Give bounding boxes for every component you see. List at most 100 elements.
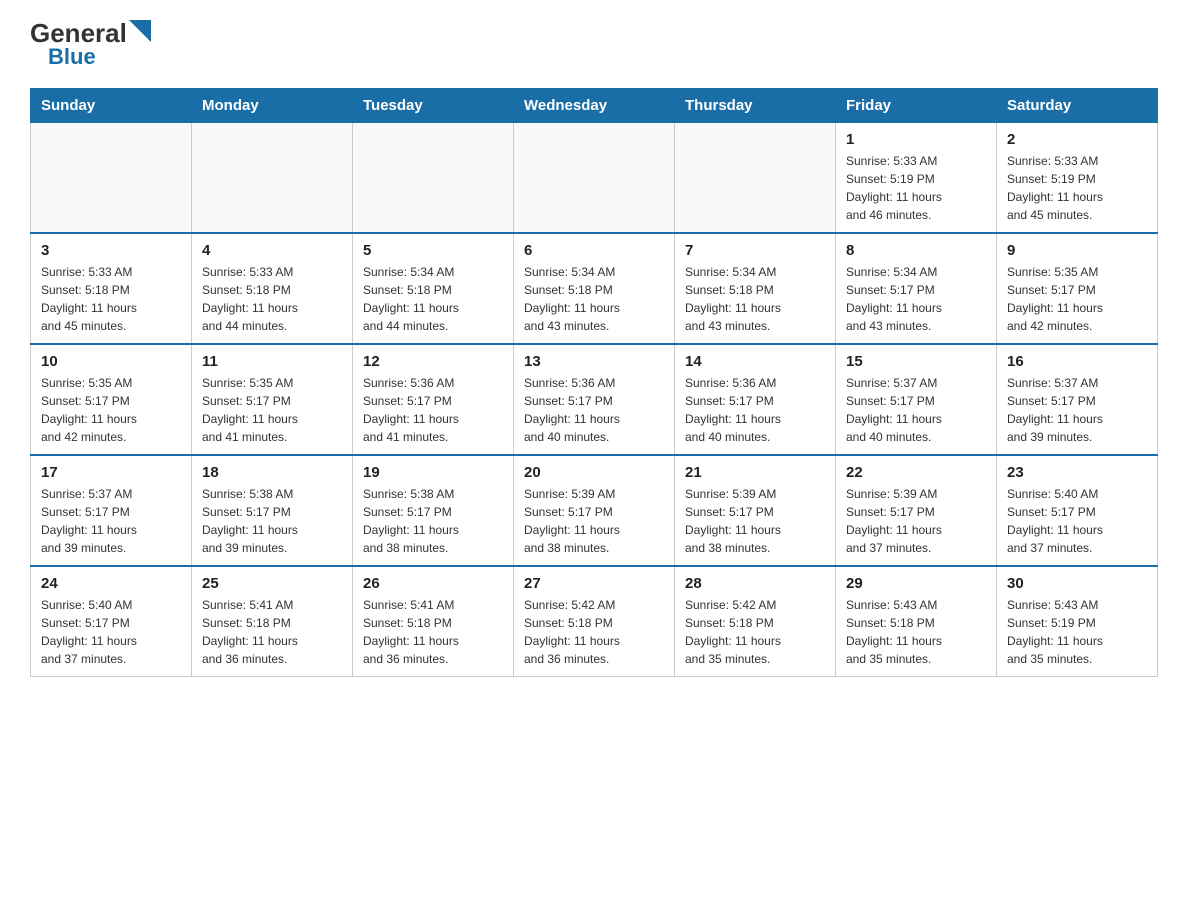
calendar-week-row: 17Sunrise: 5:37 AMSunset: 5:17 PMDayligh…: [31, 455, 1158, 566]
calendar-cell: [514, 123, 675, 234]
calendar-cell: 12 Sunrise: 5:36 AMSunset: 5:17 PMDayligh…: [353, 344, 514, 455]
day-number: 12: [363, 353, 503, 370]
calendar-cell: 7Sunrise: 5:34 AMSunset: 5:18 PMDaylight…: [675, 233, 836, 344]
day-info: Sunrise: 5:34 AMSunset: 5:18 PMDaylight:…: [524, 263, 664, 335]
day-number: 25: [202, 575, 342, 592]
day-info: Sunrise: 5:43 AMSunset: 5:19 PMDaylight:…: [1007, 596, 1147, 668]
day-info: Sunrise: 5:40 AMSunset: 5:17 PMDaylight:…: [1007, 485, 1147, 557]
calendar-cell: 19Sunrise: 5:38 AMSunset: 5:17 PMDayligh…: [353, 455, 514, 566]
day-info: Sunrise: 5:41 AMSunset: 5:18 PMDaylight:…: [202, 596, 342, 668]
day-info: Sunrise: 5:37 AMSunset: 5:17 PMDaylight:…: [846, 374, 986, 446]
day-number: 8: [846, 242, 986, 259]
calendar-cell: 2 Sunrise: 5:33 AMSunset: 5:19 PMDaylight…: [997, 123, 1158, 234]
day-number: 5: [363, 242, 503, 259]
calendar-cell: 29 Sunrise: 5:43 AMSunset: 5:18 PMDayligh…: [836, 566, 997, 677]
day-number: 28: [685, 575, 825, 592]
calendar-header-saturday: Saturday: [997, 89, 1158, 123]
calendar-header-wednesday: Wednesday: [514, 89, 675, 123]
day-number: 4: [202, 242, 342, 259]
calendar-cell: [192, 123, 353, 234]
calendar-cell: 1Sunrise: 5:33 AMSunset: 5:19 PMDaylight…: [836, 123, 997, 234]
day-info: Sunrise: 5:37 AMSunset: 5:17 PMDaylight:…: [41, 485, 181, 557]
day-number: 18: [202, 464, 342, 481]
day-number: 15: [846, 353, 986, 370]
day-number: 6: [524, 242, 664, 259]
page-header: General Blue: [30, 20, 1158, 68]
day-number: 10: [41, 353, 181, 370]
calendar-header-sunday: Sunday: [31, 89, 192, 123]
day-number: 7: [685, 242, 825, 259]
calendar-cell: 18 Sunrise: 5:38 AMSunset: 5:17 PMDayligh…: [192, 455, 353, 566]
day-info: Sunrise: 5:40 AMSunset: 5:17 PMDaylight:…: [41, 596, 181, 668]
calendar-cell: 4 Sunrise: 5:33 AMSunset: 5:18 PMDaylight…: [192, 233, 353, 344]
day-info: Sunrise: 5:36 AMSunset: 5:17 PMDaylight:…: [685, 374, 825, 446]
calendar-cell: 28 Sunrise: 5:42 AMSunset: 5:18 PMDayligh…: [675, 566, 836, 677]
calendar-cell: 21 Sunrise: 5:39 AMSunset: 5:17 PMDayligh…: [675, 455, 836, 566]
day-info: Sunrise: 5:43 AMSunset: 5:18 PMDaylight:…: [846, 596, 986, 668]
calendar-cell: 16 Sunrise: 5:37 AMSunset: 5:17 PMDayligh…: [997, 344, 1158, 455]
day-info: Sunrise: 5:42 AMSunset: 5:18 PMDaylight:…: [524, 596, 664, 668]
day-number: 16: [1007, 353, 1147, 370]
calendar-cell: [31, 123, 192, 234]
calendar-cell: 24 Sunrise: 5:40 AMSunset: 5:17 PMDayligh…: [31, 566, 192, 677]
day-number: 2: [1007, 131, 1147, 148]
day-number: 11: [202, 353, 342, 370]
day-number: 26: [363, 575, 503, 592]
day-info: Sunrise: 5:35 AMSunset: 5:17 PMDaylight:…: [202, 374, 342, 446]
day-number: 30: [1007, 575, 1147, 592]
day-info: Sunrise: 5:36 AMSunset: 5:17 PMDaylight:…: [363, 374, 503, 446]
day-info: Sunrise: 5:41 AMSunset: 5:18 PMDaylight:…: [363, 596, 503, 668]
day-number: 13: [524, 353, 664, 370]
day-info: Sunrise: 5:42 AMSunset: 5:18 PMDaylight:…: [685, 596, 825, 668]
day-number: 20: [524, 464, 664, 481]
day-number: 23: [1007, 464, 1147, 481]
day-info: Sunrise: 5:37 AMSunset: 5:17 PMDaylight:…: [1007, 374, 1147, 446]
calendar-header-tuesday: Tuesday: [353, 89, 514, 123]
day-info: Sunrise: 5:38 AMSunset: 5:17 PMDaylight:…: [202, 485, 342, 557]
day-info: Sunrise: 5:33 AMSunset: 5:18 PMDaylight:…: [41, 263, 181, 335]
calendar-cell: 25 Sunrise: 5:41 AMSunset: 5:18 PMDayligh…: [192, 566, 353, 677]
day-number: 29: [846, 575, 986, 592]
day-number: 1: [846, 131, 986, 148]
calendar-cell: 15 Sunrise: 5:37 AMSunset: 5:17 PMDayligh…: [836, 344, 997, 455]
calendar-cell: 17Sunrise: 5:37 AMSunset: 5:17 PMDayligh…: [31, 455, 192, 566]
calendar-cell: 14 Sunrise: 5:36 AMSunset: 5:17 PMDayligh…: [675, 344, 836, 455]
calendar-header-row: SundayMondayTuesdayWednesdayThursdayFrid…: [31, 89, 1158, 123]
calendar-header-friday: Friday: [836, 89, 997, 123]
calendar-cell: 26 Sunrise: 5:41 AMSunset: 5:18 PMDayligh…: [353, 566, 514, 677]
day-info: Sunrise: 5:39 AMSunset: 5:17 PMDaylight:…: [524, 485, 664, 557]
calendar-cell: 22Sunrise: 5:39 AMSunset: 5:17 PMDayligh…: [836, 455, 997, 566]
calendar-cell: [353, 123, 514, 234]
day-number: 21: [685, 464, 825, 481]
day-info: Sunrise: 5:35 AMSunset: 5:17 PMDaylight:…: [41, 374, 181, 446]
day-info: Sunrise: 5:35 AMSunset: 5:17 PMDaylight:…: [1007, 263, 1147, 335]
day-info: Sunrise: 5:34 AMSunset: 5:17 PMDaylight:…: [846, 263, 986, 335]
day-number: 27: [524, 575, 664, 592]
day-info: Sunrise: 5:34 AMSunset: 5:18 PMDaylight:…: [363, 263, 503, 335]
calendar-cell: 13 Sunrise: 5:36 AMSunset: 5:17 PMDayligh…: [514, 344, 675, 455]
day-info: Sunrise: 5:39 AMSunset: 5:17 PMDaylight:…: [846, 485, 986, 557]
calendar-cell: 27 Sunrise: 5:42 AMSunset: 5:18 PMDayligh…: [514, 566, 675, 677]
calendar-cell: 8 Sunrise: 5:34 AMSunset: 5:17 PMDaylight…: [836, 233, 997, 344]
day-info: Sunrise: 5:33 AMSunset: 5:18 PMDaylight:…: [202, 263, 342, 335]
logo-general-text: General: [30, 20, 127, 46]
calendar-week-row: 3 Sunrise: 5:33 AMSunset: 5:18 PMDaylight…: [31, 233, 1158, 344]
day-number: 14: [685, 353, 825, 370]
day-info: Sunrise: 5:39 AMSunset: 5:17 PMDaylight:…: [685, 485, 825, 557]
calendar-week-row: 24 Sunrise: 5:40 AMSunset: 5:17 PMDayligh…: [31, 566, 1158, 677]
calendar-week-row: 1 Sunrise: 5:33 AMSunset: 5:19 PMDaylight…: [31, 123, 1158, 234]
day-number: 24: [41, 575, 181, 592]
calendar-week-row: 10 Sunrise: 5:35 AMSunset: 5:17 PMDayligh…: [31, 344, 1158, 455]
calendar-cell: 5 Sunrise: 5:34 AMSunset: 5:18 PMDaylight…: [353, 233, 514, 344]
day-info: Sunrise: 5:38 AMSunset: 5:17 PMDaylight:…: [363, 485, 503, 557]
calendar-header-thursday: Thursday: [675, 89, 836, 123]
day-number: 3: [41, 242, 181, 259]
day-number: 9: [1007, 242, 1147, 259]
calendar-cell: 6 Sunrise: 5:34 AMSunset: 5:18 PMDaylight…: [514, 233, 675, 344]
calendar-cell: 11 Sunrise: 5:35 AMSunset: 5:17 PMDayligh…: [192, 344, 353, 455]
calendar-cell: 23 Sunrise: 5:40 AMSunset: 5:17 PMDayligh…: [997, 455, 1158, 566]
day-info: Sunrise: 5:33 AMSunset: 5:19 PMDaylight:…: [1007, 152, 1147, 224]
day-info: Sunrise: 5:36 AMSunset: 5:17 PMDaylight:…: [524, 374, 664, 446]
calendar-cell: 10 Sunrise: 5:35 AMSunset: 5:17 PMDayligh…: [31, 344, 192, 455]
calendar-cell: 30 Sunrise: 5:43 AMSunset: 5:19 PMDayligh…: [997, 566, 1158, 677]
